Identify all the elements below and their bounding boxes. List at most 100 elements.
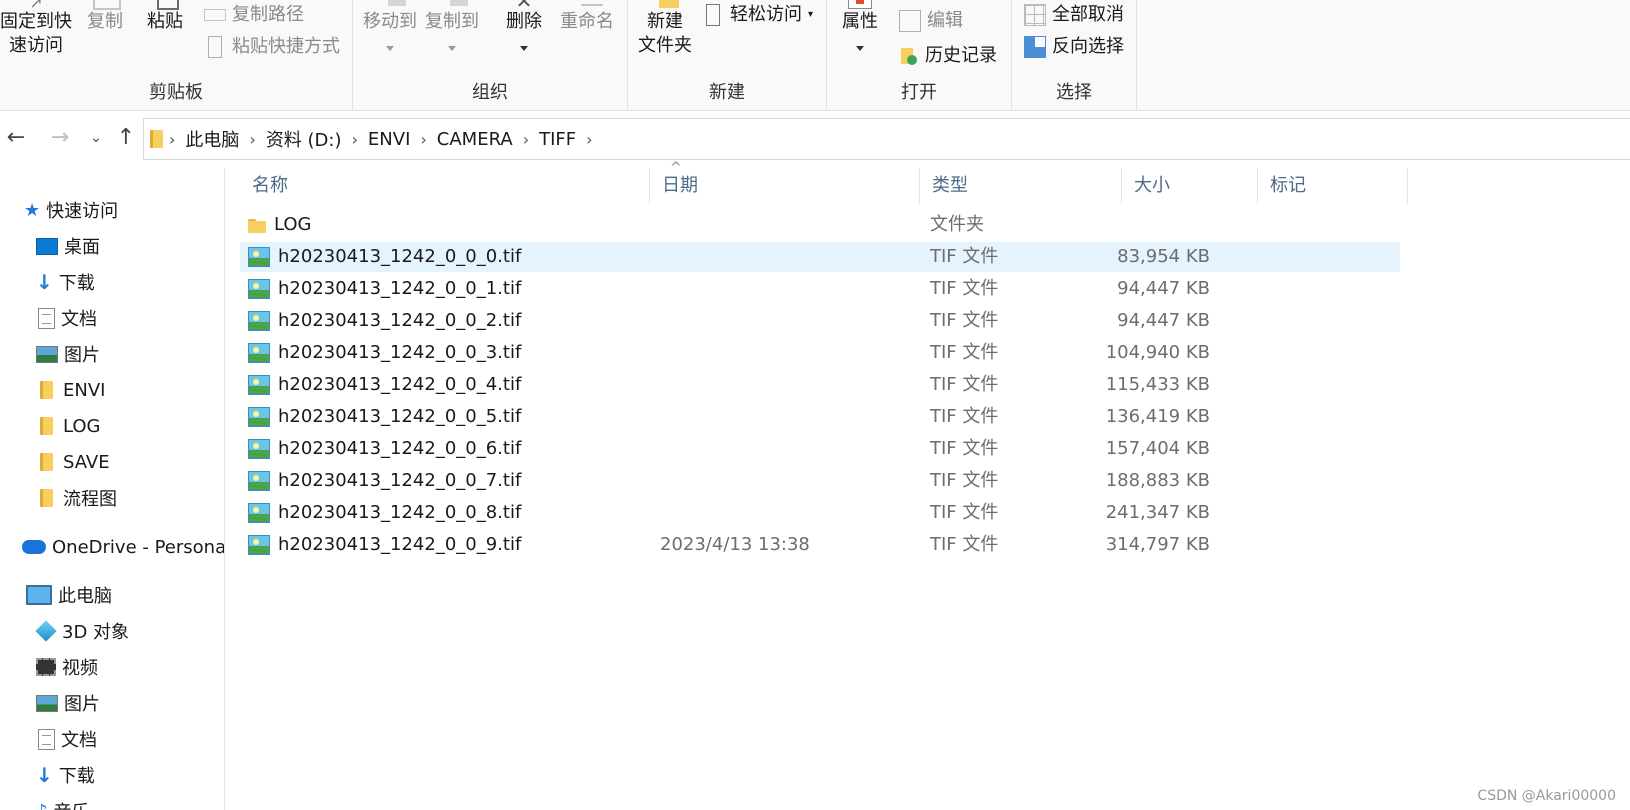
table-row[interactable]: h20230413_1242_0_0_3.tif TIF 文件 104,940 KB bbox=[240, 338, 1400, 368]
sidebar-item-quick-access[interactable]: ★ 快速访问 bbox=[0, 194, 224, 226]
copy-path-button[interactable]: 复制路径 bbox=[204, 3, 304, 27]
ribbon: ↗ 固定到快 速访问 复制 粘贴 复制路径 粘贴快捷方式 剪贴板 移动到 复制到… bbox=[0, 0, 1630, 111]
image-file-icon bbox=[248, 343, 270, 363]
easy-access-icon bbox=[706, 4, 720, 26]
file-name: h20230413_1242_0_0_5.tif bbox=[278, 406, 522, 427]
easy-access-button[interactable]: 轻松访问 ▾ bbox=[702, 3, 813, 27]
address-bar[interactable]: › 此电脑 › 资料 (D:) › ENVI › CAMERA › TIFF › bbox=[143, 118, 1630, 160]
history-button[interactable]: 历史记录 bbox=[899, 44, 997, 68]
sidebar-item-label: 图片 bbox=[64, 694, 100, 715]
file-name: h20230413_1242_0_0_0.tif bbox=[278, 246, 522, 267]
table-row[interactable]: h20230413_1242_0_0_7.tif TIF 文件 188,883 KB bbox=[240, 466, 1400, 496]
properties-icon bbox=[842, 0, 878, 10]
move-to-label: 移动到 bbox=[363, 11, 417, 32]
properties-button[interactable]: 属性 bbox=[837, 0, 883, 58]
edit-icon bbox=[899, 10, 921, 32]
table-row[interactable]: h20230413_1242_0_0_1.tif TIF 文件 94,447 KB bbox=[240, 274, 1400, 304]
table-row[interactable]: h20230413_1242_0_0_5.tif TIF 文件 136,419 KB bbox=[240, 402, 1400, 432]
move-to-button[interactable]: 移动到 bbox=[361, 0, 419, 58]
file-type: TIF 文件 bbox=[930, 534, 999, 555]
sidebar-item-save[interactable]: SAVE bbox=[0, 446, 224, 478]
folder-icon bbox=[40, 489, 53, 507]
sidebar-item-pictures[interactable]: 图片 📌︎ bbox=[0, 338, 224, 370]
computer-icon bbox=[26, 585, 52, 605]
rename-button[interactable]: 重命名 bbox=[557, 0, 617, 34]
new-folder-icon bbox=[647, 0, 683, 10]
recent-locations-chevron-icon[interactable]: ⌄ bbox=[82, 124, 110, 152]
breadcrumb-separator[interactable]: › bbox=[243, 130, 261, 149]
cloud-icon bbox=[22, 540, 46, 554]
copy-to-button[interactable]: 复制到 bbox=[423, 0, 481, 58]
copy-button[interactable]: 复制 bbox=[80, 0, 130, 34]
column-header-size[interactable]: 大小 bbox=[1122, 168, 1258, 204]
select-none-button[interactable]: 全部取消 bbox=[1024, 3, 1124, 27]
column-header-date[interactable]: 日期 bbox=[650, 168, 920, 204]
sidebar-item-pc-downloads[interactable]: ↓ 下载 bbox=[0, 759, 224, 791]
sidebar-item-label: 音乐 bbox=[54, 798, 90, 810]
sidebar-item-documents[interactable]: 文档 📌︎ bbox=[0, 302, 224, 334]
table-row[interactable]: h20230413_1242_0_0_6.tif TIF 文件 157,404 KB bbox=[240, 434, 1400, 464]
sidebar-item-log[interactable]: LOG bbox=[0, 410, 224, 442]
table-row[interactable]: h20230413_1242_0_0_9.tif 2023/4/13 13:38 T… bbox=[240, 530, 1400, 560]
sidebar-item-3d-objects[interactable]: 3D 对象 bbox=[0, 615, 224, 647]
column-header-tags[interactable]: 标记 bbox=[1258, 168, 1408, 204]
sidebar-item-this-pc[interactable]: 此电脑 bbox=[0, 579, 224, 611]
sidebar-item-flowchart[interactable]: 流程图 bbox=[0, 482, 224, 514]
table-row[interactable]: LOG 文件夹 bbox=[240, 210, 1400, 240]
breadcrumb-separator[interactable]: › bbox=[414, 130, 432, 149]
rename-icon bbox=[569, 0, 605, 10]
easy-access-dropdown-caret: ▾ bbox=[808, 9, 814, 20]
edit-button[interactable]: 编辑 bbox=[899, 9, 963, 33]
file-name: h20230413_1242_0_0_2.tif bbox=[278, 310, 522, 331]
up-arrow-icon[interactable]: ↑ bbox=[112, 124, 140, 152]
column-header-name[interactable]: 名称 bbox=[240, 168, 650, 204]
breadcrumb-this-pc[interactable]: 此电脑 bbox=[181, 126, 243, 152]
breadcrumb-separator[interactable]: › bbox=[517, 130, 535, 149]
breadcrumb-tiff[interactable]: TIFF bbox=[535, 129, 580, 150]
rename-label: 重命名 bbox=[560, 11, 614, 32]
file-name: LOG bbox=[274, 214, 312, 235]
sidebar-item-videos[interactable]: 视频 bbox=[0, 651, 224, 683]
breadcrumb-separator[interactable]: › bbox=[346, 130, 364, 149]
breadcrumb-camera[interactable]: CAMERA bbox=[433, 129, 517, 150]
column-header-type[interactable]: 类型 bbox=[920, 168, 1122, 204]
table-row[interactable]: h20230413_1242_0_0_0.tif TIF 文件 83,954 KB bbox=[240, 242, 1400, 272]
file-name-cell: h20230413_1242_0_0_0.tif bbox=[248, 242, 521, 272]
breadcrumb-drive-d[interactable]: 资料 (D:) bbox=[262, 126, 346, 152]
sidebar-item-pc-pictures[interactable]: 图片 bbox=[0, 687, 224, 719]
file-name-cell: h20230413_1242_0_0_3.tif bbox=[248, 338, 521, 368]
file-size: 94,447 KB bbox=[1117, 310, 1210, 331]
file-type: TIF 文件 bbox=[930, 342, 999, 363]
forward-arrow-icon[interactable]: → bbox=[46, 124, 74, 152]
sidebar-item-label: 图片 bbox=[64, 345, 100, 366]
paste-button[interactable]: 粘贴 bbox=[140, 0, 190, 34]
invert-selection-label: 反向选择 bbox=[1052, 36, 1124, 57]
sidebar-item-pc-documents[interactable]: 文档 bbox=[0, 723, 224, 755]
table-row[interactable]: h20230413_1242_0_0_8.tif TIF 文件 241,347 KB bbox=[240, 498, 1400, 528]
sidebar-item-desktop[interactable]: 桌面 📌︎ bbox=[0, 230, 224, 262]
breadcrumb-separator[interactable]: › bbox=[580, 130, 598, 149]
pin-to-quick-access-button[interactable]: ↗ 固定到快 速访问 bbox=[0, 0, 72, 58]
sidebar-item-downloads[interactable]: ↓ 下载 📌︎ bbox=[0, 266, 224, 298]
sidebar-item-onedrive[interactable]: OneDrive - Personal bbox=[0, 531, 225, 563]
table-row[interactable]: h20230413_1242_0_0_2.tif TIF 文件 94,447 KB bbox=[240, 306, 1400, 336]
table-row[interactable]: h20230413_1242_0_0_4.tif TIF 文件 115,433 KB bbox=[240, 370, 1400, 400]
history-icon bbox=[899, 46, 919, 66]
file-size bbox=[1090, 210, 1210, 240]
sidebar-item-envi[interactable]: ENVI bbox=[0, 374, 224, 406]
file-name: h20230413_1242_0_0_7.tif bbox=[278, 470, 522, 491]
sidebar-item-label: 下载 bbox=[58, 766, 95, 787]
back-arrow-icon[interactable]: ← bbox=[2, 124, 30, 152]
sidebar-item-label: OneDrive - Personal bbox=[52, 536, 225, 558]
delete-button[interactable]: ✕ 删除 bbox=[501, 0, 547, 58]
breadcrumb-envi[interactable]: ENVI bbox=[364, 129, 414, 150]
invert-selection-button[interactable]: 反向选择 bbox=[1024, 35, 1124, 59]
breadcrumb-separator[interactable]: › bbox=[163, 130, 181, 149]
paste-shortcut-button[interactable]: 粘贴快捷方式 bbox=[204, 35, 340, 59]
file-date: 2023/4/13 13:38 bbox=[660, 534, 810, 555]
open-group-label: 打开 bbox=[901, 82, 937, 103]
pin-label-line2: 速访问 bbox=[9, 35, 63, 56]
sidebar-item-music[interactable]: ♪ 音乐 bbox=[0, 795, 224, 810]
new-folder-button[interactable]: 新建 文件夹 bbox=[634, 0, 696, 58]
paste-shortcut-icon bbox=[208, 36, 222, 58]
